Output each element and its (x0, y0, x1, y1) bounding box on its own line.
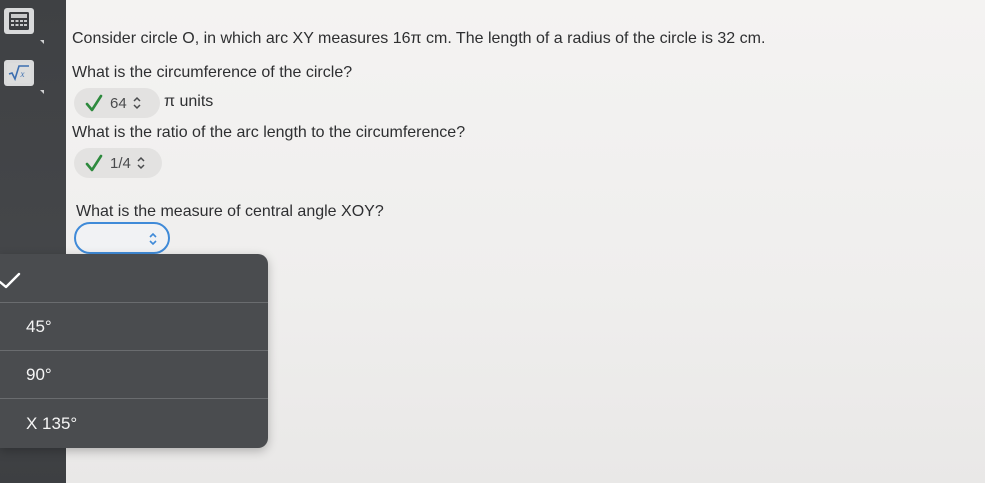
circumference-units: π units (164, 93, 214, 110)
question-central-angle: What is the measure of central angle XOY… (76, 203, 384, 220)
question-ratio: What is the ratio of the arc length to t… (72, 124, 466, 141)
ratio-answer-dropdown[interactable]: 1/4 (74, 148, 162, 178)
chevron-updown-icon (149, 232, 157, 246)
square-root-tool-button[interactable]: x (4, 60, 34, 86)
check-icon (85, 94, 103, 112)
menu-option-45[interactable]: 45° (0, 302, 268, 350)
central-angle-answer-dropdown[interactable] (74, 222, 170, 254)
chevron-updown-icon (137, 156, 145, 170)
problem-statement: Consider circle O, in which arc XY measu… (72, 30, 766, 47)
calculator-icon (9, 12, 29, 30)
menu-option-135[interactable]: X 135° (0, 398, 268, 448)
central-angle-options-menu: 45° 90° X 135° (0, 254, 268, 448)
selected-check-icon (0, 272, 21, 289)
square-root-icon: x (7, 63, 31, 83)
svg-text:x: x (20, 69, 25, 79)
circumference-answer-value: 64 (110, 94, 127, 112)
question-circumference: What is the circumference of the circle? (72, 64, 353, 81)
circumference-answer-dropdown[interactable]: 64 (74, 88, 160, 118)
calculator-tool-button[interactable] (4, 8, 34, 34)
ratio-answer-value: 1/4 (110, 154, 131, 172)
check-icon (85, 154, 103, 172)
menu-option-blank[interactable] (0, 254, 268, 302)
tool-expand-arrow (40, 90, 44, 94)
chevron-updown-icon (133, 96, 141, 110)
menu-option-90[interactable]: 90° (0, 350, 268, 398)
tool-expand-arrow (40, 40, 44, 44)
